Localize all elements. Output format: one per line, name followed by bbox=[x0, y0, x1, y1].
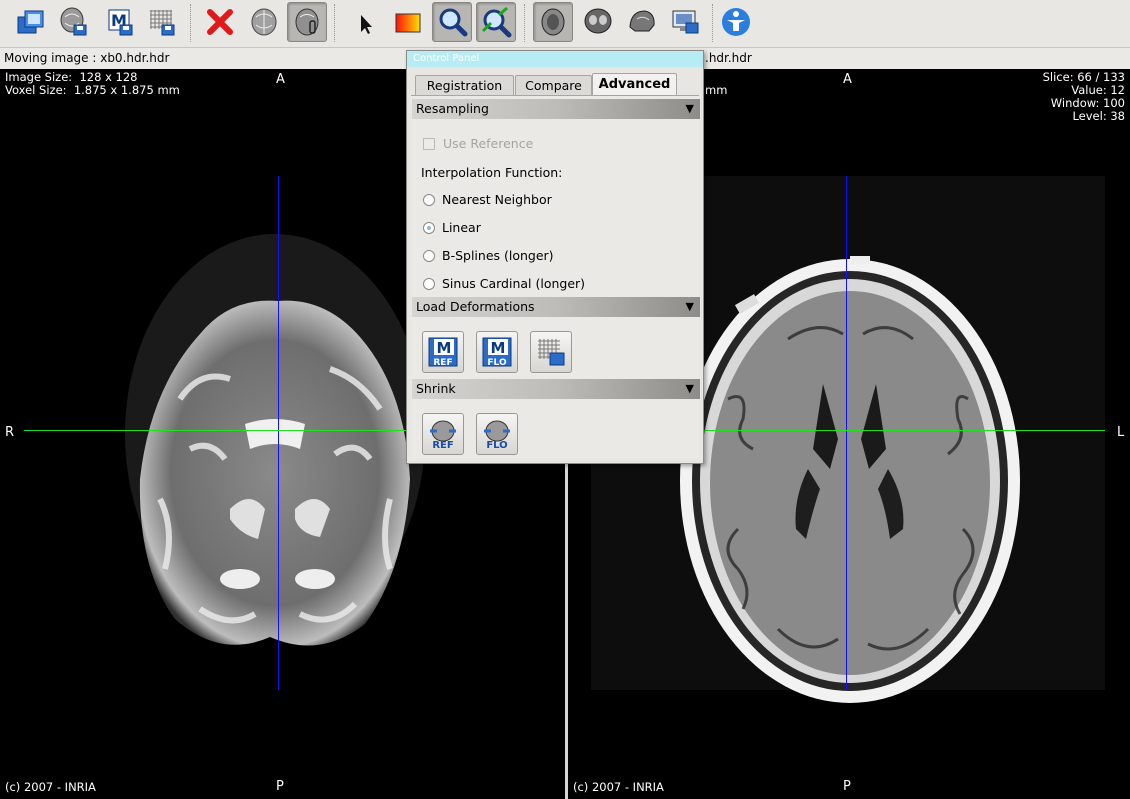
ref-tag: REF bbox=[433, 358, 452, 368]
window-level-icon bbox=[395, 13, 421, 33]
radio-sinus-cardinal[interactable]: Sinus Cardinal (longer) bbox=[423, 276, 585, 291]
resampling-section-header[interactable]: Resampling ▼ bbox=[412, 99, 700, 119]
open-images-icon bbox=[17, 10, 44, 34]
zoom-fit-icon bbox=[481, 6, 512, 38]
main-toolbar: M bbox=[0, 0, 1130, 48]
load-matrix-flo-icon: M FLO bbox=[482, 337, 512, 368]
save-deformation-button[interactable] bbox=[142, 2, 182, 42]
collapse-arrow-icon: ▼ bbox=[685, 382, 694, 395]
radio-label: B-Splines (longer) bbox=[442, 248, 554, 263]
close-icon bbox=[207, 9, 233, 35]
copyright-text: (c) 2007 - INRIA bbox=[573, 780, 664, 794]
level-text: Level: 38 bbox=[1072, 109, 1125, 123]
use-reference-label: Use Reference bbox=[443, 136, 534, 151]
brain-link-icon bbox=[295, 8, 319, 36]
ref-tag: REF bbox=[432, 440, 453, 451]
toolbar-separator bbox=[712, 4, 714, 42]
toolbar-separator bbox=[524, 4, 526, 42]
radio-label: Sinus Cardinal (longer) bbox=[442, 276, 586, 291]
pointer-button[interactable] bbox=[344, 2, 384, 42]
axial-view-icon bbox=[541, 8, 565, 36]
toolbar-separator bbox=[190, 4, 192, 42]
interpolation-function-label: Interpolation Function: bbox=[421, 165, 563, 180]
orientation-top: A bbox=[276, 72, 285, 87]
shrink-flo-icon: FLO bbox=[484, 420, 510, 451]
coronal-view-icon bbox=[584, 8, 612, 34]
matrix-letter: M bbox=[437, 339, 452, 357]
radio-circle bbox=[423, 193, 435, 206]
copyright-text: (c) 2007 - INRIA bbox=[5, 780, 96, 794]
checkbox-box bbox=[423, 137, 435, 150]
radio-b-splines[interactable]: B-Splines (longer) bbox=[423, 248, 554, 263]
tab-advanced[interactable]: Advanced bbox=[592, 73, 677, 96]
voxel-size-suffix: mm bbox=[705, 83, 728, 97]
screenshot-icon bbox=[672, 10, 699, 34]
save-matrix-button[interactable]: M bbox=[100, 2, 140, 42]
radio-circle bbox=[423, 249, 435, 262]
load-deformations-section-label: Load Deformations bbox=[416, 299, 535, 314]
control-panel-title-bar[interactable]: Control Panel bbox=[407, 51, 703, 67]
sagittal-view-icon bbox=[629, 10, 655, 32]
zoom-button[interactable] bbox=[432, 2, 472, 42]
orientation-top: A bbox=[843, 72, 852, 87]
shrink-section-header[interactable]: Shrink ▼ bbox=[412, 379, 700, 399]
tab-registration[interactable]: Registration bbox=[415, 75, 514, 95]
save-matrix-icon: M bbox=[108, 9, 133, 36]
open-images-button[interactable] bbox=[12, 2, 52, 42]
flo-tag: FLO bbox=[487, 358, 507, 368]
use-reference-checkbox[interactable]: Use Reference bbox=[423, 136, 533, 151]
window-level-button[interactable] bbox=[387, 2, 427, 42]
help-button[interactable] bbox=[716, 2, 756, 42]
fixed-image-label: .hdr.hdr bbox=[705, 51, 752, 65]
save-brain-icon bbox=[60, 7, 87, 36]
orientation-left: R bbox=[5, 425, 15, 440]
close-button[interactable] bbox=[200, 2, 240, 42]
sagittal-view-button[interactable] bbox=[622, 2, 662, 42]
load-matrix-ref-button[interactable]: M REF bbox=[422, 331, 464, 373]
save-brain-button[interactable] bbox=[54, 2, 94, 42]
pointer-icon bbox=[361, 15, 372, 34]
resampling-section-label: Resampling bbox=[416, 101, 489, 116]
orientation-bottom: P bbox=[843, 779, 851, 794]
help-icon bbox=[722, 8, 750, 36]
load-deformation-field-icon bbox=[538, 339, 565, 366]
load-matrix-flo-button[interactable]: M FLO bbox=[476, 331, 518, 373]
radio-label: Nearest Neighbor bbox=[442, 192, 552, 207]
advanced-tab-content: Resampling ▼ Use Reference Interpolation… bbox=[411, 95, 700, 459]
load-deformation-field-button[interactable] bbox=[530, 331, 572, 373]
collapse-arrow-icon: ▼ bbox=[685, 300, 694, 313]
shrink-section-label: Shrink bbox=[416, 381, 456, 396]
brain-link-button[interactable] bbox=[287, 2, 327, 42]
save-deformation-icon bbox=[150, 10, 175, 36]
radio-linear[interactable]: Linear bbox=[423, 220, 481, 235]
control-panel: Control Panel Registration Compare Advan… bbox=[406, 50, 704, 464]
orientation-bottom: P bbox=[276, 779, 284, 794]
brain-button[interactable] bbox=[244, 2, 284, 42]
radio-circle bbox=[423, 277, 435, 290]
shrink-ref-button[interactable]: REF bbox=[422, 413, 464, 455]
zoom-icon bbox=[439, 8, 468, 37]
radio-nearest-neighbor[interactable]: Nearest Neighbor bbox=[423, 192, 552, 207]
flo-tag: FLO bbox=[486, 440, 507, 451]
radio-label: Linear bbox=[442, 220, 481, 235]
voxel-size-text: Voxel Size: 1.875 x 1.875 mm bbox=[5, 83, 180, 97]
zoom-fit-button[interactable] bbox=[476, 2, 516, 42]
crosshair-vertical bbox=[278, 176, 279, 690]
screenshot-button[interactable] bbox=[665, 2, 705, 42]
axial-view-button[interactable] bbox=[533, 2, 573, 42]
radio-circle bbox=[423, 221, 435, 234]
collapse-arrow-icon: ▼ bbox=[685, 102, 694, 115]
tab-compare[interactable]: Compare bbox=[515, 75, 592, 95]
moving-image-label: Moving image : xb0.hdr.hdr bbox=[4, 51, 170, 65]
load-deformations-section-header[interactable]: Load Deformations ▼ bbox=[412, 297, 700, 317]
brain-icon bbox=[251, 8, 277, 36]
matrix-letter: M bbox=[491, 339, 506, 357]
load-matrix-ref-icon: M REF bbox=[428, 337, 458, 368]
shrink-ref-icon: REF bbox=[430, 420, 456, 451]
orientation-right: L bbox=[1117, 425, 1125, 440]
toolbar-separator bbox=[334, 4, 336, 42]
coronal-view-button[interactable] bbox=[578, 2, 618, 42]
shrink-flo-button[interactable]: FLO bbox=[476, 413, 518, 455]
crosshair-vertical bbox=[846, 176, 847, 690]
